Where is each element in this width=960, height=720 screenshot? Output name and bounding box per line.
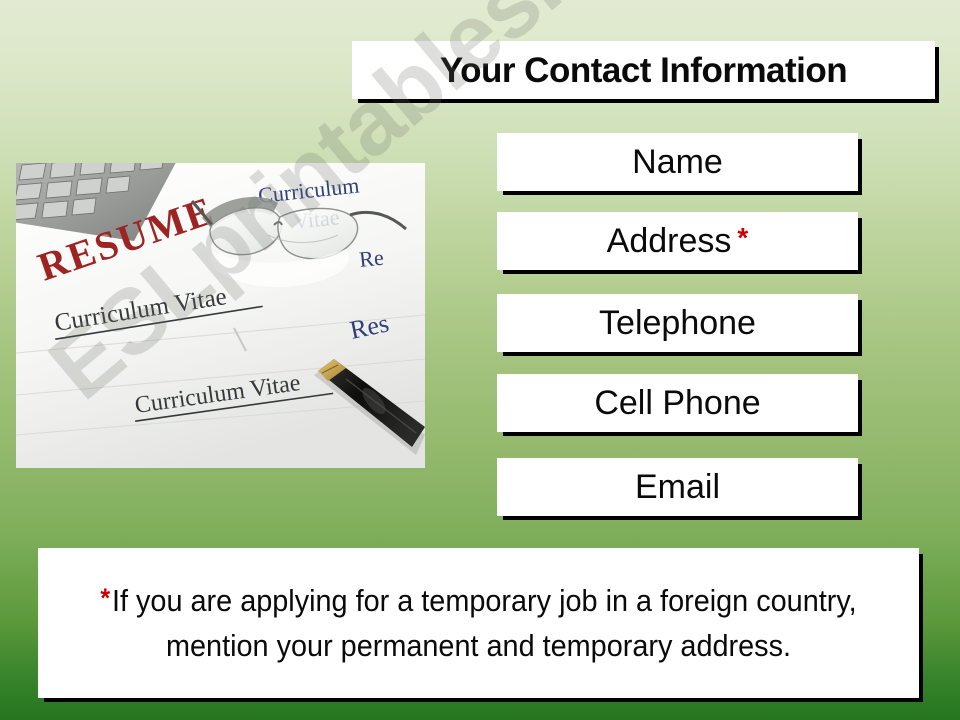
contact-item-cell-phone[interactable]: Cell Phone xyxy=(497,374,858,432)
resume-photo-illustration: RESUME Curriculum Vitae Re xyxy=(16,163,425,468)
contact-item-telephone[interactable]: Telephone xyxy=(497,294,858,352)
footnote-asterisk: * xyxy=(100,583,111,614)
page-title: Your Contact Information xyxy=(439,50,848,90)
resume-photo: RESUME Curriculum Vitae Re xyxy=(16,163,425,468)
slide-canvas: RESUME Curriculum Vitae Re xyxy=(0,0,960,720)
footnote-text: If you are applying for a temporary job … xyxy=(111,583,857,663)
footnote-text-block: *If you are applying for a temporary job… xyxy=(89,579,867,668)
contact-item-label: Cell Phone xyxy=(594,384,761,422)
contact-item-label: Name xyxy=(632,143,723,181)
contact-item-label: Address xyxy=(606,222,732,260)
contact-item-label-wrapper: Address * xyxy=(606,222,749,260)
footnote-plate: *If you are applying for a temporary job… xyxy=(38,548,919,698)
slide-title-plate: Your Contact Information xyxy=(352,41,935,99)
contact-item-address[interactable]: Address * xyxy=(497,212,858,270)
contact-item-name[interactable]: Name xyxy=(497,133,858,191)
contact-item-email[interactable]: Email xyxy=(497,458,858,516)
contact-item-label: Email xyxy=(634,468,721,506)
required-asterisk: * xyxy=(737,222,749,253)
photo-label-re-fragment: Re xyxy=(358,245,385,272)
contact-item-label: Telephone xyxy=(599,304,756,342)
